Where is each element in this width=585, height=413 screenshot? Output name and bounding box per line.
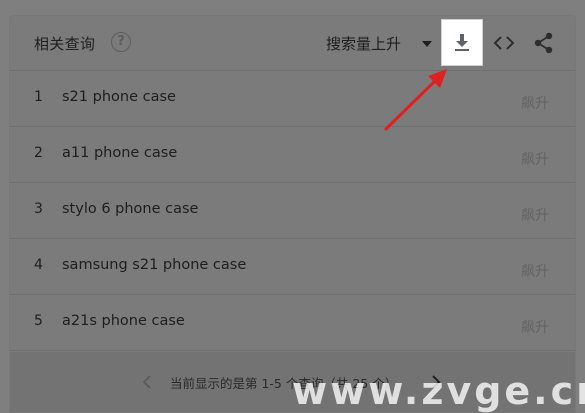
query-trend: 飙升: [521, 208, 549, 224]
query-text[interactable]: samsung s21 phone case: [62, 257, 246, 273]
query-rank: 2: [34, 145, 43, 161]
embed-button[interactable]: [493, 32, 515, 54]
query-row[interactable]: 5 a21s phone case 飙升: [10, 295, 575, 351]
sort-dropdown[interactable]: 搜索量上升: [326, 33, 401, 54]
query-row[interactable]: 4 samsung s21 phone case 飙升: [10, 239, 575, 295]
query-row[interactable]: 3 stylo 6 phone case 飙升: [10, 183, 575, 239]
card-header: 相关查询 ? 搜索量上升: [10, 16, 575, 71]
pagination-footer: 当前显示的是第 1-5 个查询（共 25 个）: [10, 352, 575, 412]
query-text[interactable]: s21 phone case: [62, 89, 176, 105]
query-row[interactable]: 2 a11 phone case 飙升: [10, 127, 575, 183]
query-trend: 飙升: [521, 96, 549, 112]
pagination-info: 当前显示的是第 1-5 个查询（共 25 个）: [170, 376, 398, 391]
help-circle-icon[interactable]: ?: [111, 32, 131, 52]
query-trend: 飙升: [521, 152, 549, 168]
share-button[interactable]: [534, 32, 554, 54]
query-rank: 1: [34, 89, 43, 105]
query-rank: 3: [34, 201, 43, 217]
query-rank: 4: [34, 257, 43, 273]
query-trend: 飙升: [521, 320, 549, 336]
share-icon: [534, 32, 553, 54]
chevron-right-icon: [432, 375, 441, 389]
query-text[interactable]: a11 phone case: [62, 145, 177, 161]
download-button[interactable]: [441, 19, 483, 66]
query-trend: 飙升: [521, 264, 549, 280]
next-page-button[interactable]: [430, 374, 442, 390]
dropdown-arrow-icon[interactable]: [422, 41, 432, 47]
previous-page-button[interactable]: [141, 374, 153, 390]
query-row[interactable]: 1 s21 phone case 飙升: [10, 71, 575, 127]
code-embed-icon: [493, 36, 515, 50]
query-text[interactable]: stylo 6 phone case: [62, 201, 198, 217]
card-title: 相关查询: [34, 35, 96, 53]
query-rank: 5: [34, 313, 43, 329]
query-text[interactable]: a21s phone case: [62, 313, 185, 329]
download-icon: [455, 34, 469, 51]
chevron-left-icon: [142, 375, 151, 389]
related-queries-card: 相关查询 ? 搜索量上升 1 s21 phone case 飙升 2 a11 p…: [10, 16, 575, 412]
